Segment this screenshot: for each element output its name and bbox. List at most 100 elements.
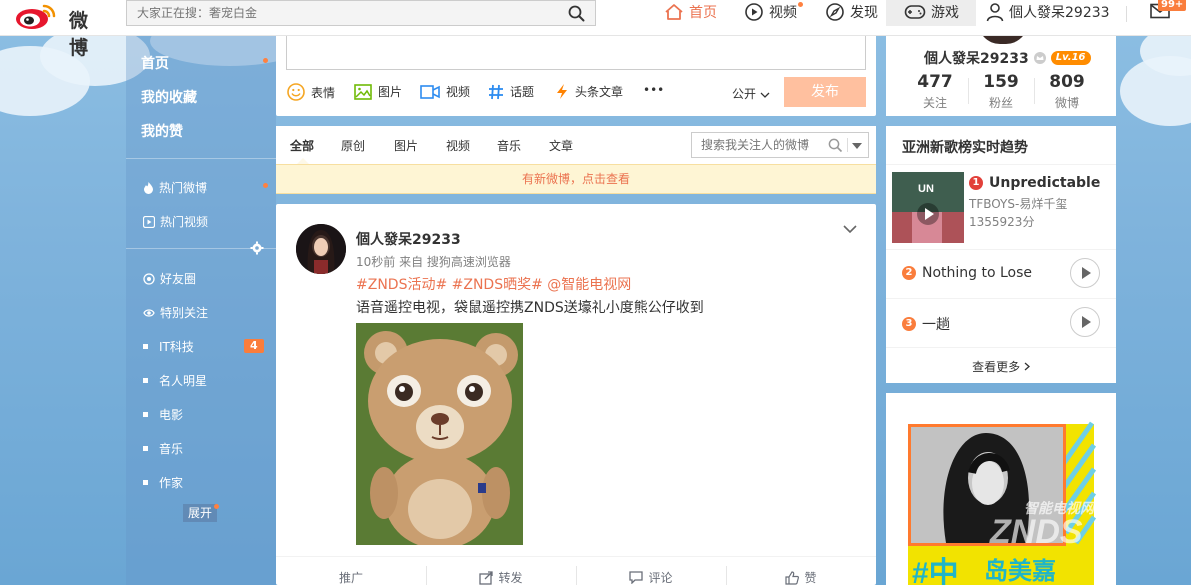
caret-down-icon[interactable] (852, 143, 862, 149)
profile-name[interactable]: 個人發呆29233 (924, 48, 1029, 68)
action-label: 推广 (338, 571, 363, 585)
album-cover-title: UN (918, 183, 934, 195)
profile-card: 個人發呆29233 Lv.16 477 关注 159 粉丝 809 微博 (886, 22, 1116, 116)
sidebar-item-friends[interactable]: 好友圈 (143, 270, 196, 287)
sidebar-item-home[interactable]: 首页 (141, 53, 169, 73)
song-3-row[interactable]: 3 一趟 (902, 314, 950, 334)
bullet-icon (143, 480, 148, 485)
video-tool[interactable]: 视频 (420, 83, 470, 100)
bullet-icon (143, 378, 148, 383)
stat-followers[interactable]: 159 粉丝 (968, 72, 1034, 111)
song-2-row[interactable]: 2 Nothing to Lose (902, 265, 1032, 281)
sidebar-item-hot-video[interactable]: 热门视频 (143, 213, 208, 230)
repost-button[interactable]: 转发 (426, 569, 576, 585)
sidebar-group-music[interactable]: 音乐 (143, 440, 183, 457)
more-dots-icon: ••• (643, 83, 665, 97)
sidebar-group-movie[interactable]: 电影 (143, 406, 183, 423)
tool-label: 话题 (510, 85, 535, 99)
hashtag-icon (489, 84, 503, 99)
search-input[interactable] (127, 1, 557, 25)
search-icon[interactable] (568, 5, 585, 22)
topic-tool[interactable]: 话题 (488, 83, 534, 100)
sidebar-item-label: 名人明星 (159, 374, 208, 388)
row-divider (886, 298, 1116, 299)
nav-video[interactable]: 视频 (744, 2, 797, 22)
stat-following[interactable]: 477 关注 (902, 72, 968, 111)
sidebar-item-label: 热门微博 (159, 181, 208, 195)
new-posts-notice[interactable]: 有新微博，点击查看 (276, 164, 876, 194)
post-tags[interactable]: #ZNDS活动# #ZNDS晒奖# @智能电视网 (356, 274, 631, 294)
sidebar-item-favorites[interactable]: 我的收藏 (141, 87, 197, 107)
image-tool[interactable]: 图片 (354, 83, 402, 100)
search-icon[interactable] (828, 138, 843, 153)
song-title: Nothing to Lose (922, 265, 1033, 281)
user-icon (986, 3, 1004, 22)
weibo-eye-icon (16, 4, 56, 29)
sidebar-group-it[interactable]: IT科技 (143, 338, 194, 355)
author-avatar[interactable] (296, 224, 346, 274)
post-author-name[interactable]: 個人發呆29233 (356, 229, 461, 249)
tab-original[interactable]: 原创 (341, 137, 365, 154)
play-button[interactable] (1070, 258, 1100, 288)
tab-images[interactable]: 图片 (394, 137, 418, 154)
hot-new-dot (263, 183, 268, 188)
camera-icon (420, 84, 440, 99)
nav-home[interactable]: 首页 (664, 2, 717, 22)
tab-videos[interactable]: 视频 (446, 137, 470, 154)
left-sidebar: 首页 我的收藏 我的赞 热门微博 热门视频 好友圈 特别关注 IT科技 4 名人… (126, 36, 276, 585)
emoji-tool[interactable]: 表情 (287, 83, 335, 101)
comment-icon (629, 571, 644, 584)
rank-badge: 1 (969, 176, 983, 190)
post-image[interactable] (356, 323, 523, 545)
member-crown-icon[interactable] (1033, 51, 1047, 65)
article-tool[interactable]: 头条文章 (555, 83, 623, 100)
trend-title[interactable]: 亚洲新歌榜实时趋势 (902, 137, 1028, 157)
nav-game[interactable]: 游戏 (886, 0, 976, 26)
sidebar-group-writer[interactable]: 作家 (143, 474, 183, 491)
composer-textarea[interactable] (286, 36, 866, 70)
post-text: 语音遥控电视，袋鼠遥控携ZNDS送壕礼小度熊公仔收到 (356, 300, 704, 316)
more-tools[interactable]: ••• (643, 83, 664, 97)
song-title: 一趟 (922, 317, 950, 333)
sidebar-item-likes[interactable]: 我的赞 (141, 121, 183, 141)
comment-button[interactable]: 评论 (576, 569, 726, 585)
tab-all[interactable]: 全部 (290, 137, 314, 154)
stat-value: 159 (983, 72, 1019, 92)
stat-posts[interactable]: 809 微博 (1034, 72, 1100, 111)
nav-home-label: 首页 (689, 5, 717, 21)
promote-button[interactable]: 推广 (276, 569, 426, 585)
post-actions: 推广 转发 评论 赞 (276, 556, 876, 585)
video-icon (745, 3, 763, 21)
visibility-select[interactable]: 公开 (732, 85, 770, 102)
tool-label: 头条文章 (575, 85, 624, 99)
image-icon (354, 83, 372, 100)
feed-search-input[interactable] (692, 133, 822, 157)
weibo-logo[interactable]: 微博 (14, 3, 104, 59)
song-cover[interactable]: UN (892, 172, 964, 243)
action-label: 转发 (498, 571, 523, 585)
nav-user[interactable]: 個人發呆29233 (986, 2, 1110, 22)
tab-music[interactable]: 音乐 (497, 137, 521, 154)
stat-value: 477 (917, 72, 953, 92)
song-1-title-row[interactable]: 1 Unpredictable (969, 175, 1100, 191)
tab-articles[interactable]: 文章 (549, 137, 573, 154)
song-artist[interactable]: TFBOYS-易烊千玺 (969, 195, 1067, 212)
sidebar-item-special-follow[interactable]: 特别关注 (143, 304, 208, 321)
sidebar-group-celebrity[interactable]: 名人明星 (143, 372, 207, 389)
publish-button[interactable]: 发布 (784, 77, 866, 107)
repost-icon (479, 570, 494, 585)
play-button[interactable] (1070, 307, 1100, 337)
song-title: Unpredictable (989, 175, 1101, 191)
chevron-down-icon[interactable] (842, 224, 858, 234)
level-badge[interactable]: Lv.16 (1050, 51, 1091, 65)
nav-discover[interactable]: 发现 (825, 2, 878, 22)
sidebar-item-hot-weibo[interactable]: 热门微博 (143, 179, 207, 196)
sidebar-expand-button[interactable]: 展开 (183, 504, 217, 522)
chevron-right-icon (1024, 362, 1030, 371)
like-button[interactable]: 赞 (726, 569, 876, 585)
gear-icon[interactable] (250, 241, 264, 255)
nav-user-label: 個人發呆29233 (1009, 5, 1110, 21)
avatar-image (296, 224, 346, 274)
view-more-link[interactable]: 查看更多 (886, 358, 1116, 375)
ad-banner[interactable]: #中 岛美嘉 智能电视网 ZNDS .com (886, 393, 1121, 585)
